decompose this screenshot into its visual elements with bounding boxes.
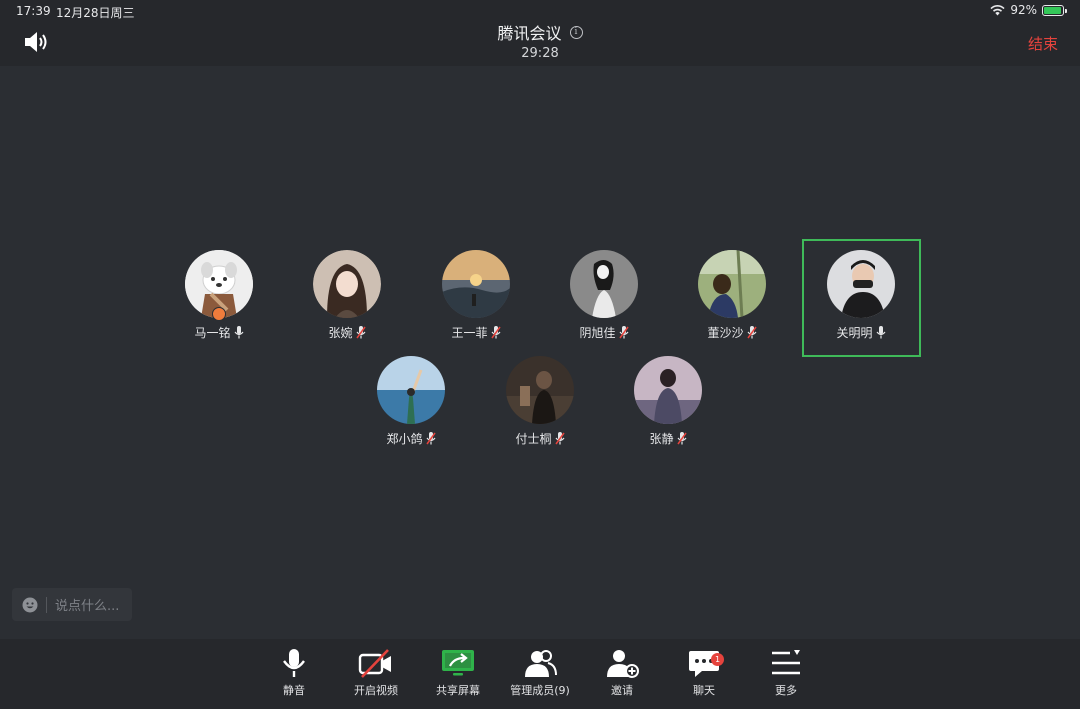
battery-percent: 92% xyxy=(1010,3,1037,17)
mic-muted-icon xyxy=(490,326,501,339)
participant-tile[interactable]: 董沙沙 xyxy=(673,250,791,368)
participant-label: 郑小鸽 xyxy=(352,430,470,447)
video-off-icon xyxy=(358,649,391,678)
meeting-title: 腾讯会议 xyxy=(497,24,562,43)
participant-label: 张婉 xyxy=(288,324,406,341)
participant-tile[interactable]: 王一菲 xyxy=(417,250,535,368)
battery-icon xyxy=(1042,4,1067,16)
avatar xyxy=(442,250,510,318)
mic-muted-icon xyxy=(355,326,366,339)
bottom-toolbar: 静音 开启视频 共享屏幕 管理成员(9) 邀请 1 聊天 更多 xyxy=(0,639,1080,709)
participant-name: 阴旭佳 xyxy=(579,326,616,340)
share-screen-button[interactable]: 共享屏幕 xyxy=(417,647,499,698)
host-badge-icon xyxy=(212,307,226,321)
avatar xyxy=(506,356,574,424)
participant-label: 张静 xyxy=(609,430,727,447)
participant-tile[interactable]: 付士桐 xyxy=(481,356,599,474)
participant-label: 董沙沙 xyxy=(673,324,791,341)
top-bar: 17:39 12月28日周三 92% 腾讯会议 i 29:28 结束 xyxy=(0,0,1080,66)
wifi-icon xyxy=(990,4,1005,15)
emoji-icon[interactable] xyxy=(22,597,38,613)
participant-name: 付士桐 xyxy=(515,432,552,446)
meeting-timer: 29:28 xyxy=(521,46,559,61)
avatar xyxy=(570,250,638,318)
chat-button[interactable]: 1 聊天 xyxy=(663,647,745,698)
add-user-icon xyxy=(607,650,639,678)
end-meeting-button[interactable]: 结束 xyxy=(1028,33,1058,54)
participant-label: 付士桐 xyxy=(481,430,599,447)
start-video-label: 开启视频 xyxy=(354,684,398,697)
participant-tile-active[interactable]: 关明明 xyxy=(802,250,920,368)
participant-tile[interactable]: 阴旭佳 xyxy=(545,250,663,368)
avatar xyxy=(634,356,702,424)
more-label: 更多 xyxy=(775,684,797,697)
avatar xyxy=(698,250,766,318)
manage-members-label: 管理成员(9) xyxy=(510,684,570,697)
participant-label: 马一铭 xyxy=(160,324,278,341)
participant-tile[interactable]: 张婉 xyxy=(288,250,406,368)
invite-button[interactable]: 邀请 xyxy=(581,647,663,698)
divider xyxy=(46,596,47,613)
participant-label: 阴旭佳 xyxy=(545,324,663,341)
members-icon xyxy=(525,650,557,677)
participant-name: 郑小鸽 xyxy=(386,432,423,446)
participant-name: 张婉 xyxy=(328,326,353,340)
mic-on-icon xyxy=(876,326,885,339)
mic-muted-icon xyxy=(554,432,565,445)
mute-button[interactable]: 静音 xyxy=(253,647,335,698)
chat-unread-badge: 1 xyxy=(711,653,724,666)
chat-input[interactable]: 说点什么... xyxy=(12,588,132,621)
participant-name: 董沙沙 xyxy=(707,326,744,340)
participant-name: 王一菲 xyxy=(451,326,488,340)
mic-muted-icon xyxy=(746,326,757,339)
more-button[interactable]: 更多 xyxy=(745,647,827,698)
participant-tile[interactable]: 郑小鸽 xyxy=(352,356,470,474)
status-date: 12月28日周三 xyxy=(56,6,135,20)
participant-name: 张静 xyxy=(649,432,674,446)
participant-label: 关明明 xyxy=(802,324,920,341)
avatar xyxy=(827,250,895,318)
microphone-icon xyxy=(283,649,305,677)
share-screen-icon xyxy=(442,650,474,676)
avatar xyxy=(377,356,445,424)
mic-muted-icon xyxy=(676,432,687,445)
info-icon[interactable]: i xyxy=(569,25,583,39)
start-video-button[interactable]: 开启视频 xyxy=(335,647,417,698)
avatar xyxy=(313,250,381,318)
participant-name: 马一铭 xyxy=(194,326,231,340)
status-indicators: 92% xyxy=(990,3,1067,17)
participant-tile[interactable]: 马一铭 xyxy=(160,250,278,368)
mic-muted-icon xyxy=(618,326,629,339)
chat-label: 聊天 xyxy=(693,684,715,697)
participant-tile[interactable]: 张静 xyxy=(609,356,727,474)
meeting-header: 腾讯会议 i 29:28 xyxy=(0,20,1080,61)
manage-members-button[interactable]: 管理成员(9) xyxy=(499,647,581,698)
participant-name: 关明明 xyxy=(836,326,873,340)
mic-muted-icon xyxy=(425,432,436,445)
mute-label: 静音 xyxy=(283,684,305,697)
share-screen-label: 共享屏幕 xyxy=(436,684,480,697)
invite-label: 邀请 xyxy=(611,684,633,697)
more-menu-icon xyxy=(772,650,800,675)
chat-placeholder: 说点什么... xyxy=(55,599,120,614)
participant-label: 王一菲 xyxy=(417,324,535,341)
status-time: 17:39 xyxy=(16,4,51,18)
mic-on-icon xyxy=(234,326,243,339)
